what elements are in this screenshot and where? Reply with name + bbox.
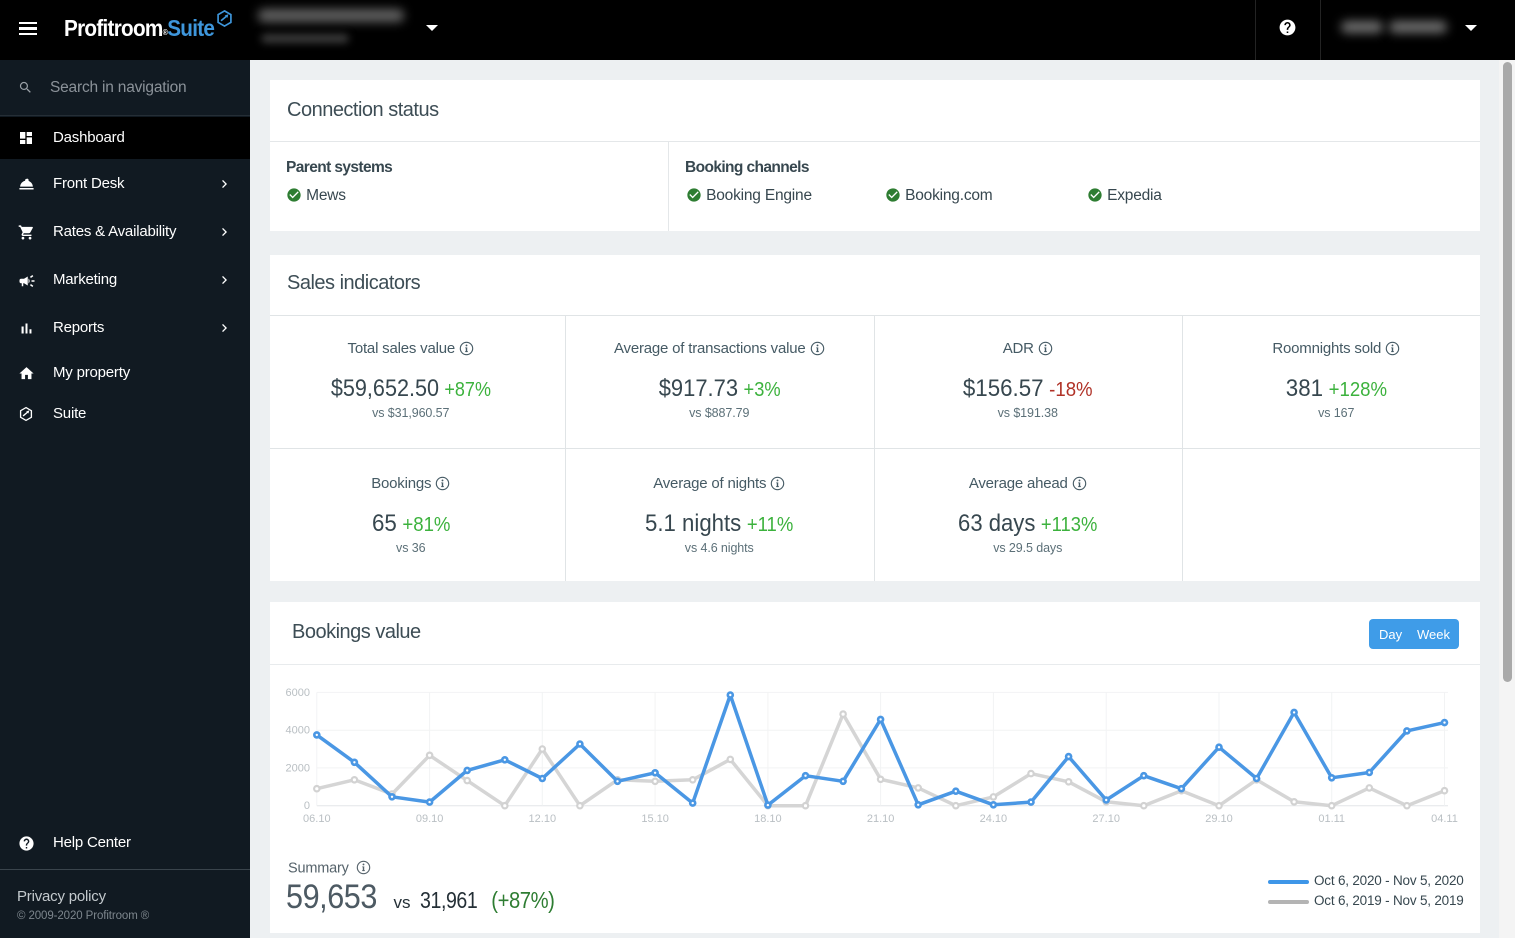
svg-text:27.10: 27.10 xyxy=(1092,813,1120,825)
svg-text:01.11: 01.11 xyxy=(1318,813,1345,825)
svg-text:0: 0 xyxy=(304,800,310,812)
svg-text:29.10: 29.10 xyxy=(1205,813,1233,825)
svg-text:4000: 4000 xyxy=(286,725,310,737)
svg-text:18.10: 18.10 xyxy=(754,813,782,825)
svg-text:06.10: 06.10 xyxy=(303,813,331,825)
svg-text:2000: 2000 xyxy=(286,762,310,774)
svg-text:21.10: 21.10 xyxy=(867,813,895,825)
svg-text:04.11: 04.11 xyxy=(1431,813,1458,825)
svg-text:15.10: 15.10 xyxy=(641,813,669,825)
svg-text:24.10: 24.10 xyxy=(980,813,1008,825)
svg-text:12.10: 12.10 xyxy=(529,813,557,825)
svg-text:09.10: 09.10 xyxy=(416,813,444,825)
svg-text:6000: 6000 xyxy=(286,687,310,699)
